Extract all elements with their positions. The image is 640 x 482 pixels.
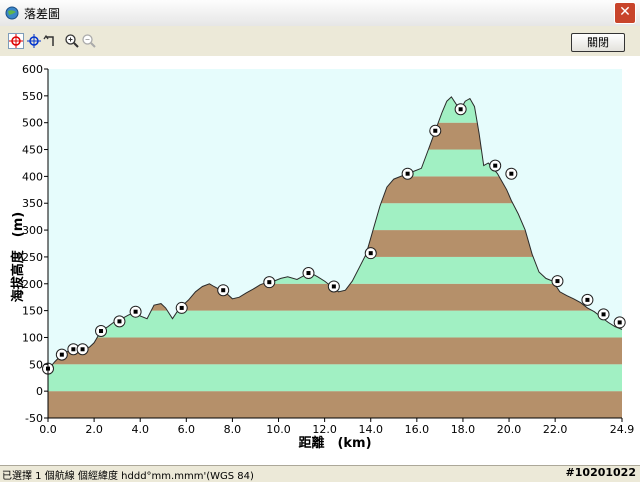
y-tick-label: 150 <box>22 305 43 318</box>
waypoint-marker[interactable] <box>217 284 230 297</box>
rotate-icon[interactable] <box>43 33 59 49</box>
waypoint-marker[interactable] <box>263 276 276 289</box>
elevation-band <box>48 337 622 365</box>
x-axis-label: 距離 (km) <box>298 435 371 451</box>
x-tick-label: 16.0 <box>405 423 430 436</box>
x-tick-label: 6.0 <box>178 423 196 436</box>
title-bar: 落差圖 ✕ <box>0 0 640 27</box>
waypoint-marker[interactable] <box>597 308 610 321</box>
x-tick-label: 20.0 <box>497 423 522 436</box>
x-tick-label: 2.0 <box>85 423 103 436</box>
elevation-profile-chart: -50 0 50 100 150 200 250 300 350 400 450 500 550 600 … <box>0 56 640 465</box>
y-tick-label: 50 <box>29 358 43 371</box>
waypoint-marker[interactable] <box>55 348 68 361</box>
elevation-chart-svg: -50050100150200250300350400450500550600 … <box>10 63 634 451</box>
y-axis-label: 海拔高度 (m) <box>10 212 26 302</box>
y-tick-label: 0 <box>36 385 43 398</box>
x-tick-label: 22.0 <box>543 423 568 436</box>
crosshair-blue-icon[interactable] <box>26 33 42 49</box>
zoom-out-icon[interactable] <box>81 33 97 49</box>
x-tick-labels: 0.0 2.0 4.0 6.0 8.0 10.0 12.0 14.0 16.0 18.0 20.0 2… <box>39 418 634 436</box>
waypoint-marker[interactable] <box>454 103 467 116</box>
close-dialog-button[interactable]: 關閉 <box>571 33 625 52</box>
record-id: #10201022 <box>565 466 636 479</box>
x-tick-label: 14.0 <box>358 423 383 436</box>
waypoint-marker[interactable] <box>429 124 442 137</box>
waypoint-marker[interactable] <box>327 280 340 293</box>
waypoint-marker[interactable] <box>302 267 315 280</box>
window-close-button[interactable]: ✕ <box>614 2 636 24</box>
y-tick-label: 100 <box>22 331 43 344</box>
y-tick-label: 450 <box>22 144 43 157</box>
waypoint-marker[interactable] <box>113 315 126 328</box>
elevation-band <box>48 391 622 418</box>
x-tick-label: 12.0 <box>312 423 337 436</box>
waypoint-marker[interactable] <box>581 293 594 306</box>
y-tick-label: 550 <box>22 90 43 103</box>
waypoint-marker[interactable] <box>95 325 108 338</box>
x-tick-label: 4.0 <box>131 423 149 436</box>
waypoint-marker[interactable] <box>175 301 188 314</box>
waypoint-marker[interactable] <box>505 167 518 180</box>
waypoint-marker[interactable] <box>401 167 414 180</box>
y-tick-label: 350 <box>22 197 43 210</box>
x-tick-label: 10.0 <box>266 423 291 436</box>
waypoint-marker[interactable] <box>613 316 626 329</box>
waypoint-marker[interactable] <box>364 247 377 260</box>
window-title: 落差圖 <box>24 7 61 21</box>
x-tick-label: 0.0 <box>39 423 57 436</box>
elevation-band <box>48 364 622 392</box>
toolbar <box>0 26 640 56</box>
status-bar: 已選擇 1 個航線 個 經緯度 hddd°mm.mmm'(WGS 84) #10… <box>0 465 640 482</box>
x-tick-label: 24.9 <box>610 423 635 436</box>
waypoint-marker[interactable] <box>489 159 502 172</box>
x-tick-label: 8.0 <box>224 423 242 436</box>
y-tick-label: 600 <box>22 63 43 76</box>
app-globe-icon <box>5 6 19 20</box>
y-tick-label: 400 <box>22 170 43 183</box>
x-tick-label: 18.0 <box>451 423 476 436</box>
waypoint-marker[interactable] <box>76 343 89 356</box>
waypoint-marker[interactable] <box>129 305 142 318</box>
zoom-in-icon[interactable] <box>64 33 80 49</box>
y-tick-label: 500 <box>22 117 43 130</box>
waypoint-marker[interactable] <box>551 275 564 288</box>
crosshair-red-icon[interactable] <box>8 33 24 49</box>
